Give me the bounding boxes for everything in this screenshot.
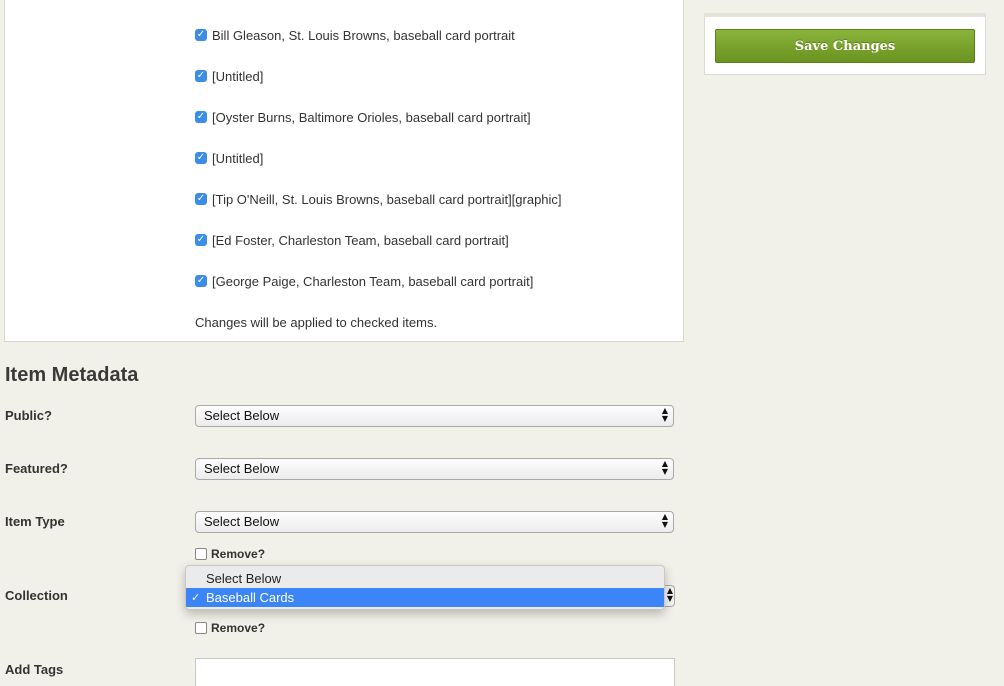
item-type-label: Item Type (5, 514, 65, 529)
list-item[interactable]: ✓ [Untitled] (195, 67, 263, 85)
checked-checkbox-icon[interactable]: ✓ (195, 29, 207, 41)
checked-items-note: Changes will be applied to checked items… (195, 315, 438, 330)
item-title: [Untitled] (212, 150, 264, 166)
checkbox-icon[interactable] (195, 622, 207, 634)
add-tags-label: Add Tags (5, 662, 64, 677)
list-item[interactable]: ✓ [Tip O'Neill, St. Louis Browns, baseba… (195, 190, 562, 208)
checked-checkbox-icon[interactable]: ✓ (195, 111, 207, 123)
featured-select[interactable]: Select Below ▲ ▼ (195, 458, 674, 480)
collection-select-edge[interactable]: ▲ ▼ (664, 585, 675, 607)
checkmark-icon: ✓ (191, 591, 201, 604)
list-item[interactable]: ✓ Bill Gleason, St. Louis Browns, baseba… (195, 26, 515, 44)
section-title: Item Metadata (5, 364, 139, 386)
option-label: Baseball Cards (206, 590, 295, 605)
item-type-remove[interactable]: Remove? (195, 547, 265, 561)
checked-checkbox-icon[interactable]: ✓ (195, 275, 207, 287)
list-item[interactable]: ✓ [George Paige, Charleston Team, baseba… (195, 272, 533, 290)
item-type-select[interactable]: Select Below ▲ ▼ (195, 511, 674, 533)
item-title: [George Paige, Charleston Team, baseball… (212, 273, 534, 289)
remove-label: Remove? (211, 547, 266, 561)
item-title: Bill Gleason, St. Louis Browns, baseball… (212, 27, 515, 43)
updown-arrows-icon: ▲ ▼ (661, 459, 668, 476)
option-label: Select Below (206, 571, 282, 586)
dropdown-option[interactable]: Select Below (186, 569, 664, 588)
item-type-select-value: Select Below (204, 514, 280, 529)
save-panel: Save Changes (704, 13, 986, 75)
remove-label: Remove? (211, 621, 266, 635)
checkbox-icon[interactable] (195, 548, 207, 560)
list-item[interactable]: ✓ [Oyster Burns, Baltimore Orioles, base… (195, 108, 531, 126)
public-select[interactable]: Select Below ▲ ▼ (195, 405, 674, 427)
featured-label: Featured? (5, 461, 68, 476)
item-title: [Ed Foster, Charleston Team, baseball ca… (212, 232, 509, 248)
dropdown-option-selected[interactable]: ✓ Baseball Cards (186, 588, 664, 607)
list-item[interactable]: ✓ [Untitled] (195, 149, 263, 167)
add-tags-input[interactable] (195, 658, 675, 686)
public-select-value: Select Below (204, 408, 280, 423)
updown-arrows-icon: ▲ ▼ (666, 586, 673, 603)
item-title: [Tip O'Neill, St. Louis Browns, baseball… (212, 191, 562, 207)
collection-dropdown-menu[interactable]: Select Below ✓ Baseball Cards (185, 565, 665, 610)
updown-arrows-icon: ▲ ▼ (661, 512, 668, 529)
checked-checkbox-icon[interactable]: ✓ (195, 70, 207, 82)
featured-select-value: Select Below (204, 461, 280, 476)
collection-label: Collection (5, 588, 68, 603)
checked-checkbox-icon[interactable]: ✓ (195, 152, 207, 164)
updown-arrows-icon: ▲ ▼ (661, 406, 668, 423)
selected-items-panel: ✓ Bill Gleason, St. Louis Browns, baseba… (4, 0, 684, 342)
list-item[interactable]: ✓ [Ed Foster, Charleston Team, baseball … (195, 231, 509, 249)
checked-checkbox-icon[interactable]: ✓ (195, 193, 207, 205)
checked-checkbox-icon[interactable]: ✓ (195, 234, 207, 246)
collection-remove[interactable]: Remove? (195, 621, 265, 635)
item-title: [Untitled] (212, 68, 264, 84)
item-title: [Oyster Burns, Baltimore Orioles, baseba… (212, 109, 531, 125)
public-label: Public? (5, 408, 52, 423)
save-changes-button[interactable]: Save Changes (715, 29, 975, 63)
